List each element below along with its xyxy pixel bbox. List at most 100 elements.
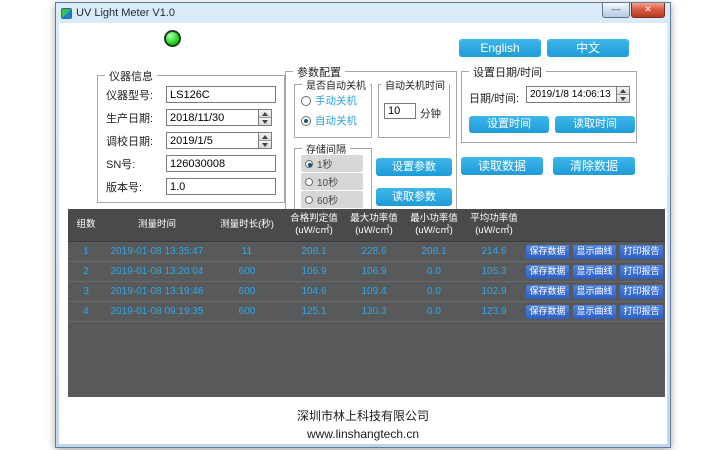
cell-max: 130.3 [344, 306, 404, 317]
show-curve-button[interactable]: 显示曲线 [573, 265, 616, 279]
radio-interval-60s[interactable]: 60秒 [301, 191, 363, 208]
version-input[interactable] [166, 178, 276, 195]
spin-down-icon[interactable] [617, 94, 629, 102]
save-data-button[interactable]: 保存数据 [526, 305, 569, 319]
cell-time: 2019-01-08 13:20:04 [104, 266, 210, 277]
cell-time: 2019-01-08 09:19:35 [104, 306, 210, 317]
radio-icon[interactable] [305, 160, 313, 168]
save-data-button[interactable]: 保存数据 [526, 265, 569, 279]
version-label: 版本号: [106, 179, 166, 195]
show-curve-button[interactable]: 显示曲线 [573, 285, 616, 299]
model-label: 仪器型号: [106, 87, 166, 103]
datetime-input[interactable] [526, 86, 617, 103]
radio-manual-shutdown[interactable]: 手动关机 [301, 93, 357, 108]
save-data-button[interactable]: 保存数据 [526, 285, 569, 299]
window-controls: — ✕ [602, 3, 665, 23]
datetime-title: 设置日期/时间 [469, 64, 546, 80]
read-parameters-button[interactable]: 读取参数 [376, 188, 452, 206]
cell-duration: 600 [210, 286, 284, 297]
col-header-actions [524, 209, 665, 241]
shutdown-time-input[interactable] [384, 103, 416, 119]
col-header-duration: 测量时长(秒) [210, 209, 284, 241]
print-report-button[interactable]: 打印报告 [620, 285, 663, 299]
table-row[interactable]: 3 2019-01-08 13:19:46 600 104.6 109.4 0.… [68, 282, 665, 302]
cell-duration: 600 [210, 306, 284, 317]
table-row[interactable]: 4 2019-01-08 09:19:35 600 125.1 130.3 0.… [68, 302, 665, 322]
cell-pass: 104.6 [284, 286, 344, 297]
cell-max: 106.9 [344, 266, 404, 277]
radio-label: 10秒 [317, 174, 338, 189]
cell-pass: 106.9 [284, 266, 344, 277]
cell-avg: 123.9 [464, 306, 524, 317]
radio-label: 60秒 [317, 192, 338, 207]
spin-down-icon[interactable] [259, 140, 271, 148]
cell-avg: 105.3 [464, 266, 524, 277]
show-curve-button[interactable]: 显示曲线 [573, 305, 616, 319]
set-time-button[interactable]: 设置时间 [469, 116, 549, 133]
radio-icon[interactable] [301, 116, 311, 126]
cell-min: 0.0 [404, 266, 464, 277]
set-parameters-button[interactable]: 设置参数 [376, 158, 452, 176]
col-header-time: 测量时间 [104, 209, 210, 241]
titlebar[interactable]: UV Light Meter V1.0 — ✕ [56, 3, 670, 23]
datetime-label: 日期/时间: [469, 90, 519, 106]
footer-website: www.linshangtech.cn [59, 427, 667, 441]
instrument-info-title: 仪器信息 [105, 68, 157, 84]
radio-icon[interactable] [301, 96, 311, 106]
instrument-info-group: 仪器信息 仪器型号: 生产日期: 调校日期: [97, 75, 285, 203]
cell-pass: 208.1 [284, 246, 344, 257]
production-date-input[interactable] [166, 109, 259, 126]
auto-shutdown-group: 是否自动关机 手动关机 自动关机 [294, 84, 372, 138]
sn-input[interactable] [166, 155, 276, 172]
radio-icon[interactable] [305, 196, 313, 204]
calibration-date-label: 调校日期: [106, 133, 166, 149]
minimize-button[interactable]: — [602, 3, 630, 18]
read-time-button[interactable]: 读取时间 [555, 116, 635, 133]
spin-up-icon[interactable] [259, 110, 271, 117]
spin-up-icon[interactable] [617, 87, 629, 94]
production-date-spinner[interactable] [259, 109, 272, 126]
datetime-group: 设置日期/时间 日期/时间: 设置时间 读取时间 [461, 71, 637, 143]
cell-max: 228.6 [344, 246, 404, 257]
language-english-button[interactable]: English [459, 39, 541, 57]
desktop: UV Light Meter V1.0 — ✕ English 中文 仪器信息 … [0, 0, 726, 450]
window-title: UV Light Meter V1.0 [76, 7, 175, 19]
language-chinese-button[interactable]: 中文 [547, 39, 629, 57]
show-curve-button[interactable]: 显示曲线 [573, 245, 616, 259]
calibration-date-spinner[interactable] [259, 132, 272, 149]
close-button[interactable]: ✕ [631, 3, 665, 18]
field-row-sn: SN号: [106, 155, 276, 172]
cell-duration: 600 [210, 266, 284, 277]
radio-icon[interactable] [305, 178, 313, 186]
clear-data-button[interactable]: 清除数据 [553, 157, 635, 175]
radio-interval-1s[interactable]: 1秒 [301, 155, 363, 172]
auto-shutdown-title: 是否自动关机 [302, 77, 370, 92]
datetime-spinner[interactable] [617, 86, 630, 103]
model-input[interactable] [166, 86, 276, 103]
footer-company: 深圳市林上科技有限公司 [59, 407, 667, 424]
app-window: UV Light Meter V1.0 — ✕ English 中文 仪器信息 … [55, 2, 671, 448]
sn-label: SN号: [106, 156, 166, 172]
read-data-button[interactable]: 读取数据 [461, 157, 543, 175]
cell-min: 0.0 [404, 306, 464, 317]
print-report-button[interactable]: 打印报告 [620, 305, 663, 319]
shutdown-time-unit: 分钟 [420, 106, 441, 121]
radio-label: 1秒 [317, 156, 333, 171]
measurement-table: 组数 测量时间 测量时长(秒) 合格判定值(uW/c㎡) 最大功率值(uW/c㎡… [68, 209, 665, 397]
table-row[interactable]: 1 2019-01-08 13:35:47 11 208.1 228.6 208… [68, 242, 665, 262]
radio-interval-10s[interactable]: 10秒 [301, 173, 363, 190]
print-report-button[interactable]: 打印报告 [620, 245, 663, 259]
window-content: English 中文 仪器信息 仪器型号: 生产日期: [59, 23, 667, 444]
spin-up-icon[interactable] [259, 133, 271, 140]
radio-auto-shutdown[interactable]: 自动关机 [301, 113, 357, 128]
save-data-button[interactable]: 保存数据 [526, 245, 569, 259]
calibration-date-input[interactable] [166, 132, 259, 149]
table-row[interactable]: 2 2019-01-08 13:20:04 600 106.9 106.9 0.… [68, 262, 665, 282]
cell-time: 2019-01-08 13:19:46 [104, 286, 210, 297]
spin-down-icon[interactable] [259, 117, 271, 125]
print-report-button[interactable]: 打印报告 [620, 265, 663, 279]
parameters-group: 参数配置 是否自动关机 手动关机 自动关机 自动关机时间 分钟 [285, 71, 457, 221]
cell-group: 3 [68, 286, 104, 297]
cell-min: 0.0 [404, 286, 464, 297]
field-row-version: 版本号: [106, 178, 276, 195]
